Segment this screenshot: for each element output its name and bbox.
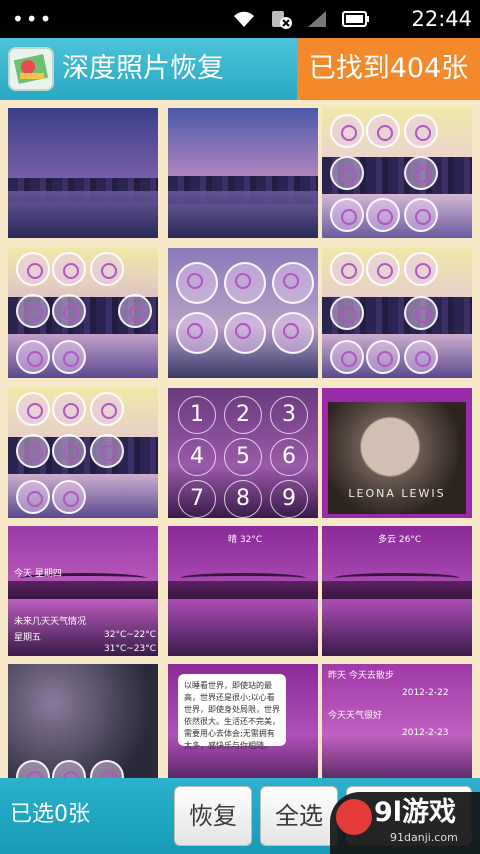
signal-icon xyxy=(308,11,326,27)
clock: 22:44 xyxy=(411,7,472,31)
album-cover-text: LEONA LEWIS xyxy=(348,487,446,500)
photo-thumbnail[interactable] xyxy=(168,108,318,238)
weather-line: 32°C~22°C xyxy=(104,630,157,640)
photo-grid: 1 2 3 4 5 6 7 8 9 LEONA LEWIS 今天 星期四 未来几… xyxy=(0,100,480,778)
weather-line: 未来几天天气情况 xyxy=(14,617,87,627)
keypad-key: 8 xyxy=(224,480,262,518)
weather-line: 今天 星期四 xyxy=(14,569,62,579)
keypad-key: 7 xyxy=(178,480,216,518)
wifi-icon xyxy=(234,11,254,27)
sms-line: 2012-2-23 xyxy=(402,728,449,738)
weather-text: 多云 26°C xyxy=(378,535,422,545)
album-cover-thumbnail[interactable]: LEONA LEWIS xyxy=(322,388,472,518)
found-count-badge: 已找到404张 xyxy=(297,38,480,100)
photo-thumbnail[interactable] xyxy=(8,248,158,378)
wallpaper-thumbnail[interactable]: 晴 32°C xyxy=(168,526,318,656)
weather-thumbnail[interactable]: 今天 星期四 未来几天天气情况 星期五 32°C~22°C 31°C~23°C xyxy=(8,526,158,656)
photo-thumbnail[interactable] xyxy=(8,664,158,778)
brand-logo-icon xyxy=(336,799,372,835)
photo-thumbnail[interactable] xyxy=(168,248,318,378)
site-watermark: 9l游戏 91danji.com xyxy=(330,792,480,854)
note-card: 以睡看世界，即使站的最高，世界还是很小;以心看世界，即使身处局限，世界依然很大。… xyxy=(178,674,286,750)
weather-line: 31°C~23°C xyxy=(104,644,157,654)
sim-blocked-icon xyxy=(272,11,292,29)
keypad-key: 2 xyxy=(224,396,262,434)
sms-line: 2012-2-22 xyxy=(402,688,449,698)
watermark-brand: 9l游戏 xyxy=(374,797,457,828)
battery-icon xyxy=(342,11,369,27)
keypad-key: 9 xyxy=(270,480,308,518)
restore-button[interactable]: 恢复 xyxy=(174,786,252,846)
keypad-key: 3 xyxy=(270,396,308,434)
sms-line: 昨天 今天去散步 xyxy=(328,671,394,681)
status-bar: ••• 22:44 xyxy=(0,0,480,38)
album-cover-photo: LEONA LEWIS xyxy=(328,402,466,514)
select-all-button[interactable]: 全选 xyxy=(260,786,338,846)
keypad-key: 1 xyxy=(178,396,216,434)
app-title: 深度照片恢复 xyxy=(62,53,224,84)
photo-thumbnail[interactable] xyxy=(8,108,158,238)
menu-dots-icon[interactable]: ••• xyxy=(12,9,53,29)
photo-thumbnail[interactable] xyxy=(8,388,158,518)
keypad-key: 6 xyxy=(270,438,308,476)
watermark-url: 91danji.com xyxy=(390,831,458,844)
weather-line: 星期五 xyxy=(14,633,42,643)
weather-text: 晴 32°C xyxy=(228,535,263,545)
wallpaper-thumbnail[interactable]: 多云 26°C xyxy=(322,526,472,656)
photo-thumbnail[interactable] xyxy=(322,248,472,378)
lockscreen-thumbnail[interactable]: 1 2 3 4 5 6 7 8 9 xyxy=(168,388,318,518)
selected-count: 已选0张 xyxy=(10,802,90,827)
app-header: 深度照片恢复 已找到404张 xyxy=(0,38,480,100)
status-icons xyxy=(232,9,370,29)
app-logo-icon xyxy=(8,47,54,91)
keypad-key: 5 xyxy=(224,438,262,476)
keypad-key: 4 xyxy=(178,438,216,476)
photo-thumbnail[interactable] xyxy=(322,108,472,238)
sms-thumbnail[interactable]: 昨天 今天去散步 2012-2-22 今天天气很好 2012-2-23 xyxy=(322,664,472,778)
note-thumbnail[interactable]: 以睡看世界，即使站的最高，世界还是很小;以心看世界，即使身处局限，世界依然很大。… xyxy=(168,664,318,778)
sms-line: 今天天气很好 xyxy=(328,711,383,721)
